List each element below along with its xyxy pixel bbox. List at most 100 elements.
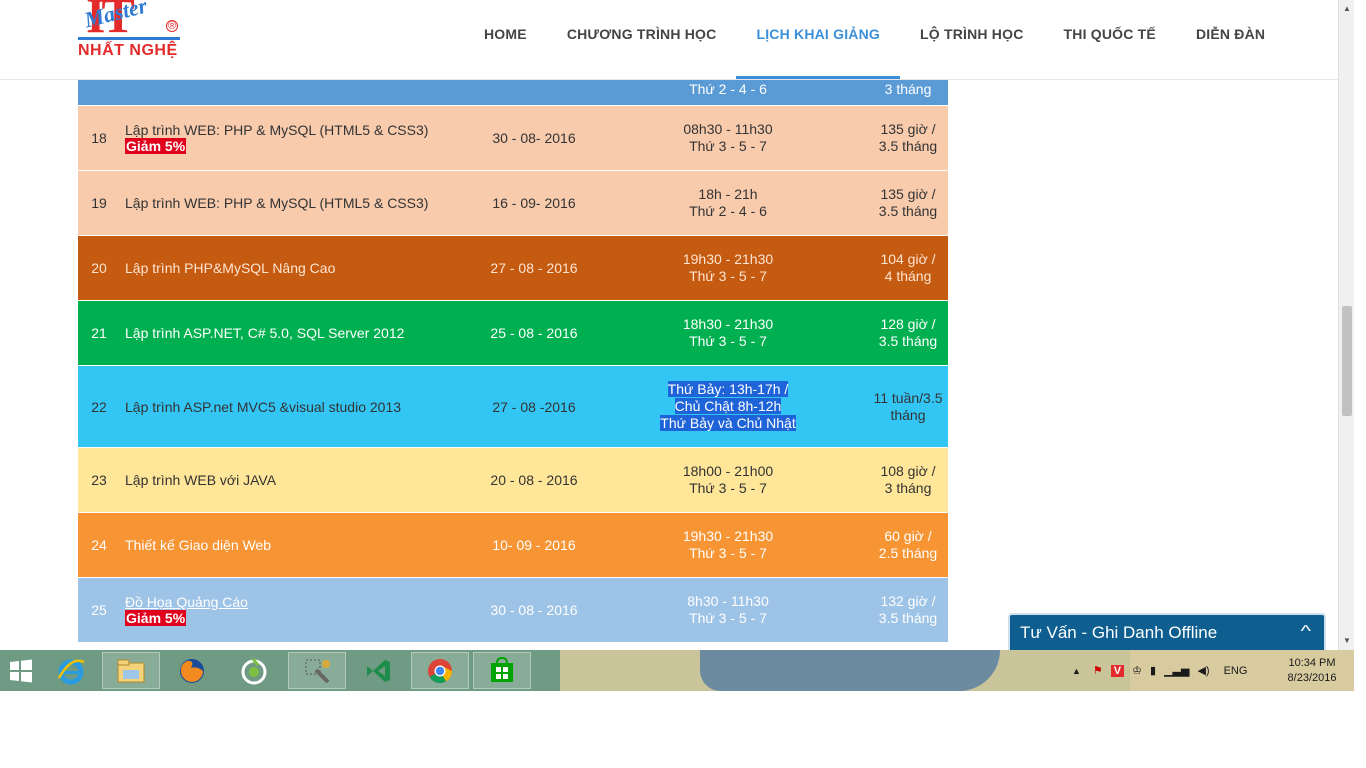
battery-icon[interactable]: ▮ [1150, 664, 1156, 677]
row-number: 18 [91, 130, 107, 146]
nav-programs[interactable]: CHƯƠNG TRÌNH HỌC [547, 0, 737, 74]
row-time: 08h30 - 11h30 Thứ 3 - 5 - 7 [588, 121, 868, 155]
days-line: Thứ Bảy và Chủ Nhật [660, 415, 796, 431]
row-course: Thiết kế Giao diện Web [120, 537, 480, 553]
taskbar-firefox[interactable] [163, 652, 221, 689]
row-start-date: 20 - 08 - 2016 [490, 472, 578, 488]
clock-time: 10:34 PM [1288, 657, 1336, 669]
time-line: 8h30 - 11h30 [687, 593, 769, 609]
table-row: 22 Lập trình ASP.net MVC5 &visual studio… [78, 366, 948, 448]
table-row: 24 Thiết kế Giao diện Web 10- 09 - 2016 … [78, 513, 948, 578]
nav-international-exams[interactable]: THI QUỐC TẾ [1044, 0, 1176, 74]
time-line: 18h - 21h [698, 186, 758, 202]
logo-name: NHẤT NGHỆ [78, 42, 178, 59]
scroll-up-icon[interactable]: ▲ [1339, 2, 1355, 16]
time-line: Thứ Bảy: 13h-17h / [667, 381, 789, 397]
duration-line: tháng [890, 406, 926, 423]
start-button[interactable] [0, 652, 42, 689]
taskbar-coccoc[interactable] [225, 652, 283, 689]
row-number: 24 [91, 537, 107, 553]
network-icon[interactable]: ▁▃▅ [1164, 664, 1189, 677]
duration-line: 3 tháng [884, 81, 932, 97]
duration-line: 128 giờ / [880, 316, 936, 332]
row-time: 18h - 21h Thứ 2 - 4 - 6 [588, 186, 868, 220]
wallpaper-fragment [700, 650, 1000, 691]
language-indicator[interactable]: ENG [1224, 665, 1248, 677]
row-number: 19 [91, 195, 107, 211]
windows-taskbar: ▲ ⚑ V ♔ ▮ ▁▃▅ ◀) ENG 10:34 PM 8/23/2016 [0, 650, 1354, 691]
chevron-up-icon[interactable]: ^ [1301, 623, 1312, 641]
scroll-down-icon[interactable]: ▼ [1339, 634, 1355, 648]
page-scrollbar[interactable]: ▲ ▼ [1338, 0, 1354, 650]
chrome-icon [428, 658, 452, 683]
file-explorer-icon [117, 659, 145, 682]
vietkey-icon[interactable]: V [1110, 664, 1125, 677]
site-header: IT Master ® NHẤT NGHỆ HOME CHƯƠNG TRÌNH … [0, 0, 1338, 80]
taskbar-file-explorer[interactable] [102, 652, 160, 689]
table-row: 25 Đồ Họa Quảng Cáo Giảm 5% 30 - 08 - 20… [78, 578, 948, 643]
row-start-date: 25 - 08 - 2016 [490, 325, 578, 341]
visual-studio-icon [367, 659, 390, 682]
app-tray-icon[interactable]: ♔ [1132, 664, 1142, 677]
discount-badge: Giảm 5% [125, 138, 187, 154]
row-time: 8h30 - 11h30 Thứ 3 - 5 - 7 [588, 593, 868, 627]
course-name: Lập trình PHP&MySQL Nâng Cao [125, 260, 336, 276]
taskbar-tools[interactable] [288, 652, 346, 689]
taskbar-store[interactable] [473, 652, 531, 689]
start-icon [10, 659, 32, 682]
course-name: Lập trình ASP.NET, C# 5.0, SQL Server 20… [125, 325, 405, 341]
scrollbar-thumb[interactable] [1342, 306, 1352, 416]
duration-line: 108 giờ / [880, 463, 936, 479]
ie-icon [57, 659, 85, 684]
time-line: Chủ Chật 8h-12h [674, 398, 782, 414]
taskbar-clock[interactable]: 10:34 PM 8/23/2016 [1282, 656, 1342, 686]
duration-line: 3.5 tháng [878, 203, 938, 219]
tools-icon [305, 659, 330, 683]
row-start-date: 30 - 08- 2016 [492, 130, 576, 146]
time-line: 08h30 - 11h30 [683, 121, 773, 137]
taskbar-visual-studio[interactable] [349, 652, 407, 689]
row-course: Lập trình ASP.net MVC5 &visual studio 20… [120, 399, 480, 415]
empty-area [0, 691, 1366, 768]
nav-roadmap[interactable]: LỘ TRÌNH HỌC [900, 0, 1044, 74]
duration-line: 2.5 tháng [878, 545, 938, 561]
row-duration: 128 giờ /3.5 tháng [868, 316, 948, 350]
table-row: 19 Lập trình WEB: PHP & MySQL (HTML5 & C… [78, 171, 948, 236]
duration-line: 3.5 tháng [878, 610, 938, 626]
nav-forum[interactable]: DIỄN ĐÀN [1176, 0, 1285, 74]
row-course: Lập trình WEB: PHP & MySQL (HTML5 & CSS3… [120, 195, 480, 211]
duration-line: 135 giờ / [880, 121, 936, 137]
volume-icon[interactable]: ◀) [1197, 664, 1209, 677]
nav-home[interactable]: HOME [464, 0, 547, 74]
site-logo[interactable]: IT Master ® NHẤT NGHỆ [78, 0, 188, 68]
row-duration: 104 giờ /4 tháng [868, 251, 948, 285]
duration-line: 135 giờ / [880, 186, 936, 202]
duration-line: 60 giờ / [884, 528, 932, 544]
days-line: Thứ 3 - 5 - 7 [689, 138, 767, 154]
row-duration: 108 giờ /3 tháng [868, 463, 948, 497]
row-number: 25 [91, 602, 107, 618]
row-course: Lập trình PHP&MySQL Nâng Cao [120, 260, 480, 276]
days-line: Thứ 2 - 4 - 6 [689, 203, 767, 219]
row-course: Lập trình WEB với JAVA [120, 472, 480, 488]
row-time: 18h30 - 21h30 Thứ 3 - 5 - 7 [588, 316, 868, 350]
time-line: 18h00 - 21h00 [682, 463, 774, 479]
action-center-flag-icon[interactable]: ⚑ [1093, 664, 1103, 677]
days-line: Thứ 3 - 5 - 7 [689, 480, 767, 496]
course-name: Lập trình WEB: PHP & MySQL (HTML5 & CSS3… [125, 122, 429, 138]
row-time: 19h30 - 21h30 Thứ 3 - 5 - 7 [588, 251, 868, 285]
table-row: 18 Lập trình WEB: PHP & MySQL (HTML5 & C… [78, 106, 948, 171]
row-start-date: 16 - 09- 2016 [492, 195, 576, 211]
taskbar-ie[interactable] [42, 652, 100, 689]
row-duration: 60 giờ /2.5 tháng [868, 528, 948, 562]
discount-badge: Giảm 5% [125, 610, 187, 626]
row-duration: 135 giờ /3.5 tháng [868, 121, 948, 155]
days-line: Thứ 3 - 5 - 7 [689, 333, 767, 349]
duration-line: 11 tuần/3.5 [873, 389, 943, 406]
chat-widget[interactable]: Tư Vấn - Ghi Danh Offline ^ [1008, 613, 1326, 650]
tray-overflow-icon[interactable]: ▲ [1072, 666, 1081, 676]
taskbar-chrome[interactable] [411, 652, 469, 689]
days-line: Thứ 3 - 5 - 7 [689, 268, 767, 284]
nav-schedule[interactable]: LỊCH KHAI GIẢNG [736, 0, 900, 79]
duration-line: 104 giờ / [880, 251, 936, 267]
